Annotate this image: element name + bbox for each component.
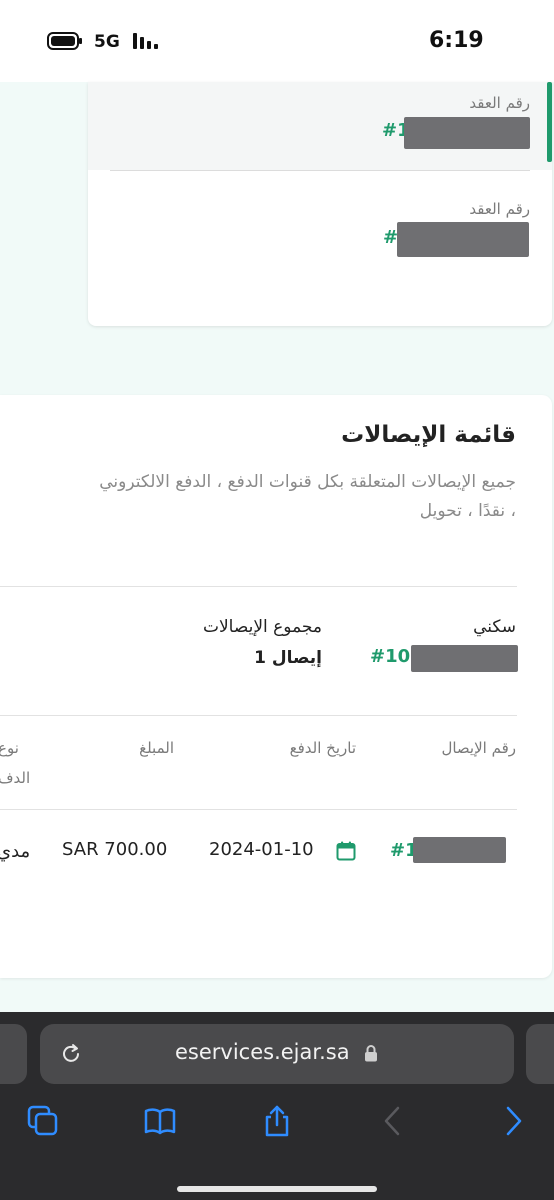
total-receipts-label: مجموع الإيصالات	[202, 617, 322, 637]
battery-icon	[47, 32, 82, 50]
redacted-contract-number	[397, 222, 529, 257]
address-bar[interactable]: eservices.ejar.sa	[40, 1024, 514, 1084]
network-type: 5G	[94, 32, 120, 52]
tabs-icon[interactable]	[26, 1104, 60, 1138]
redacted-receipt-number	[413, 837, 506, 863]
receipt-amount: SAR 700.00	[62, 839, 168, 860]
contract-item[interactable]: رقم العقد #1	[88, 82, 552, 170]
column-header-payment-type: نوع	[0, 739, 19, 757]
bookmarks-icon[interactable]	[143, 1104, 177, 1138]
next-tab-preview[interactable]	[526, 1024, 554, 1084]
receipts-card: قائمة الإيصالات جميع الإيصالات المتعلقة …	[0, 395, 552, 978]
total-receipts-value: 1 إيصال	[254, 648, 322, 668]
status-bar: 5G 6:19	[0, 0, 554, 82]
contract-number-label: رقم العقد	[469, 200, 530, 218]
column-header-payment-date: تاريخ الدفع	[289, 739, 356, 757]
contracts-card: رقم العقد #1 رقم العقد #	[88, 82, 552, 326]
payment-date: 2024-01-10	[209, 839, 314, 860]
back-icon[interactable]	[376, 1104, 410, 1138]
receipts-title: قائمة الإيصالات	[341, 422, 516, 448]
active-indicator	[547, 82, 552, 162]
status-time: 6:19	[429, 28, 484, 53]
home-indicator	[177, 1186, 377, 1192]
divider	[0, 586, 517, 587]
contract-number-prefix: #	[383, 227, 399, 248]
column-header-payment-type-cont: الدف	[0, 769, 31, 787]
share-icon[interactable]	[260, 1104, 294, 1138]
divider	[0, 809, 517, 810]
divider	[0, 715, 517, 716]
signal-icon	[133, 33, 158, 49]
url-text: eservices.ejar.sa	[175, 1040, 350, 1064]
payment-type: مدي	[0, 841, 31, 862]
column-header-receipt-number: رقم الإيصال	[441, 739, 516, 757]
reload-icon[interactable]	[60, 1043, 82, 1065]
redacted-contract-number	[404, 117, 530, 149]
forward-icon[interactable]	[496, 1104, 530, 1138]
contract-number-label: رقم العقد	[469, 94, 530, 112]
property-type-label: سكني	[473, 617, 516, 637]
browser-toolbar: eservices.ejar.sa	[0, 1012, 554, 1200]
lock-icon	[365, 1045, 377, 1062]
column-header-amount: المبلغ	[139, 739, 174, 757]
previous-tab-preview[interactable]	[0, 1024, 27, 1084]
receipts-description: جميع الإيصالات المتعلقة بكل قنوات الدفع …	[99, 472, 516, 521]
calendar-icon	[336, 841, 356, 861]
divider	[110, 170, 530, 171]
redacted-contract-number	[411, 645, 518, 672]
